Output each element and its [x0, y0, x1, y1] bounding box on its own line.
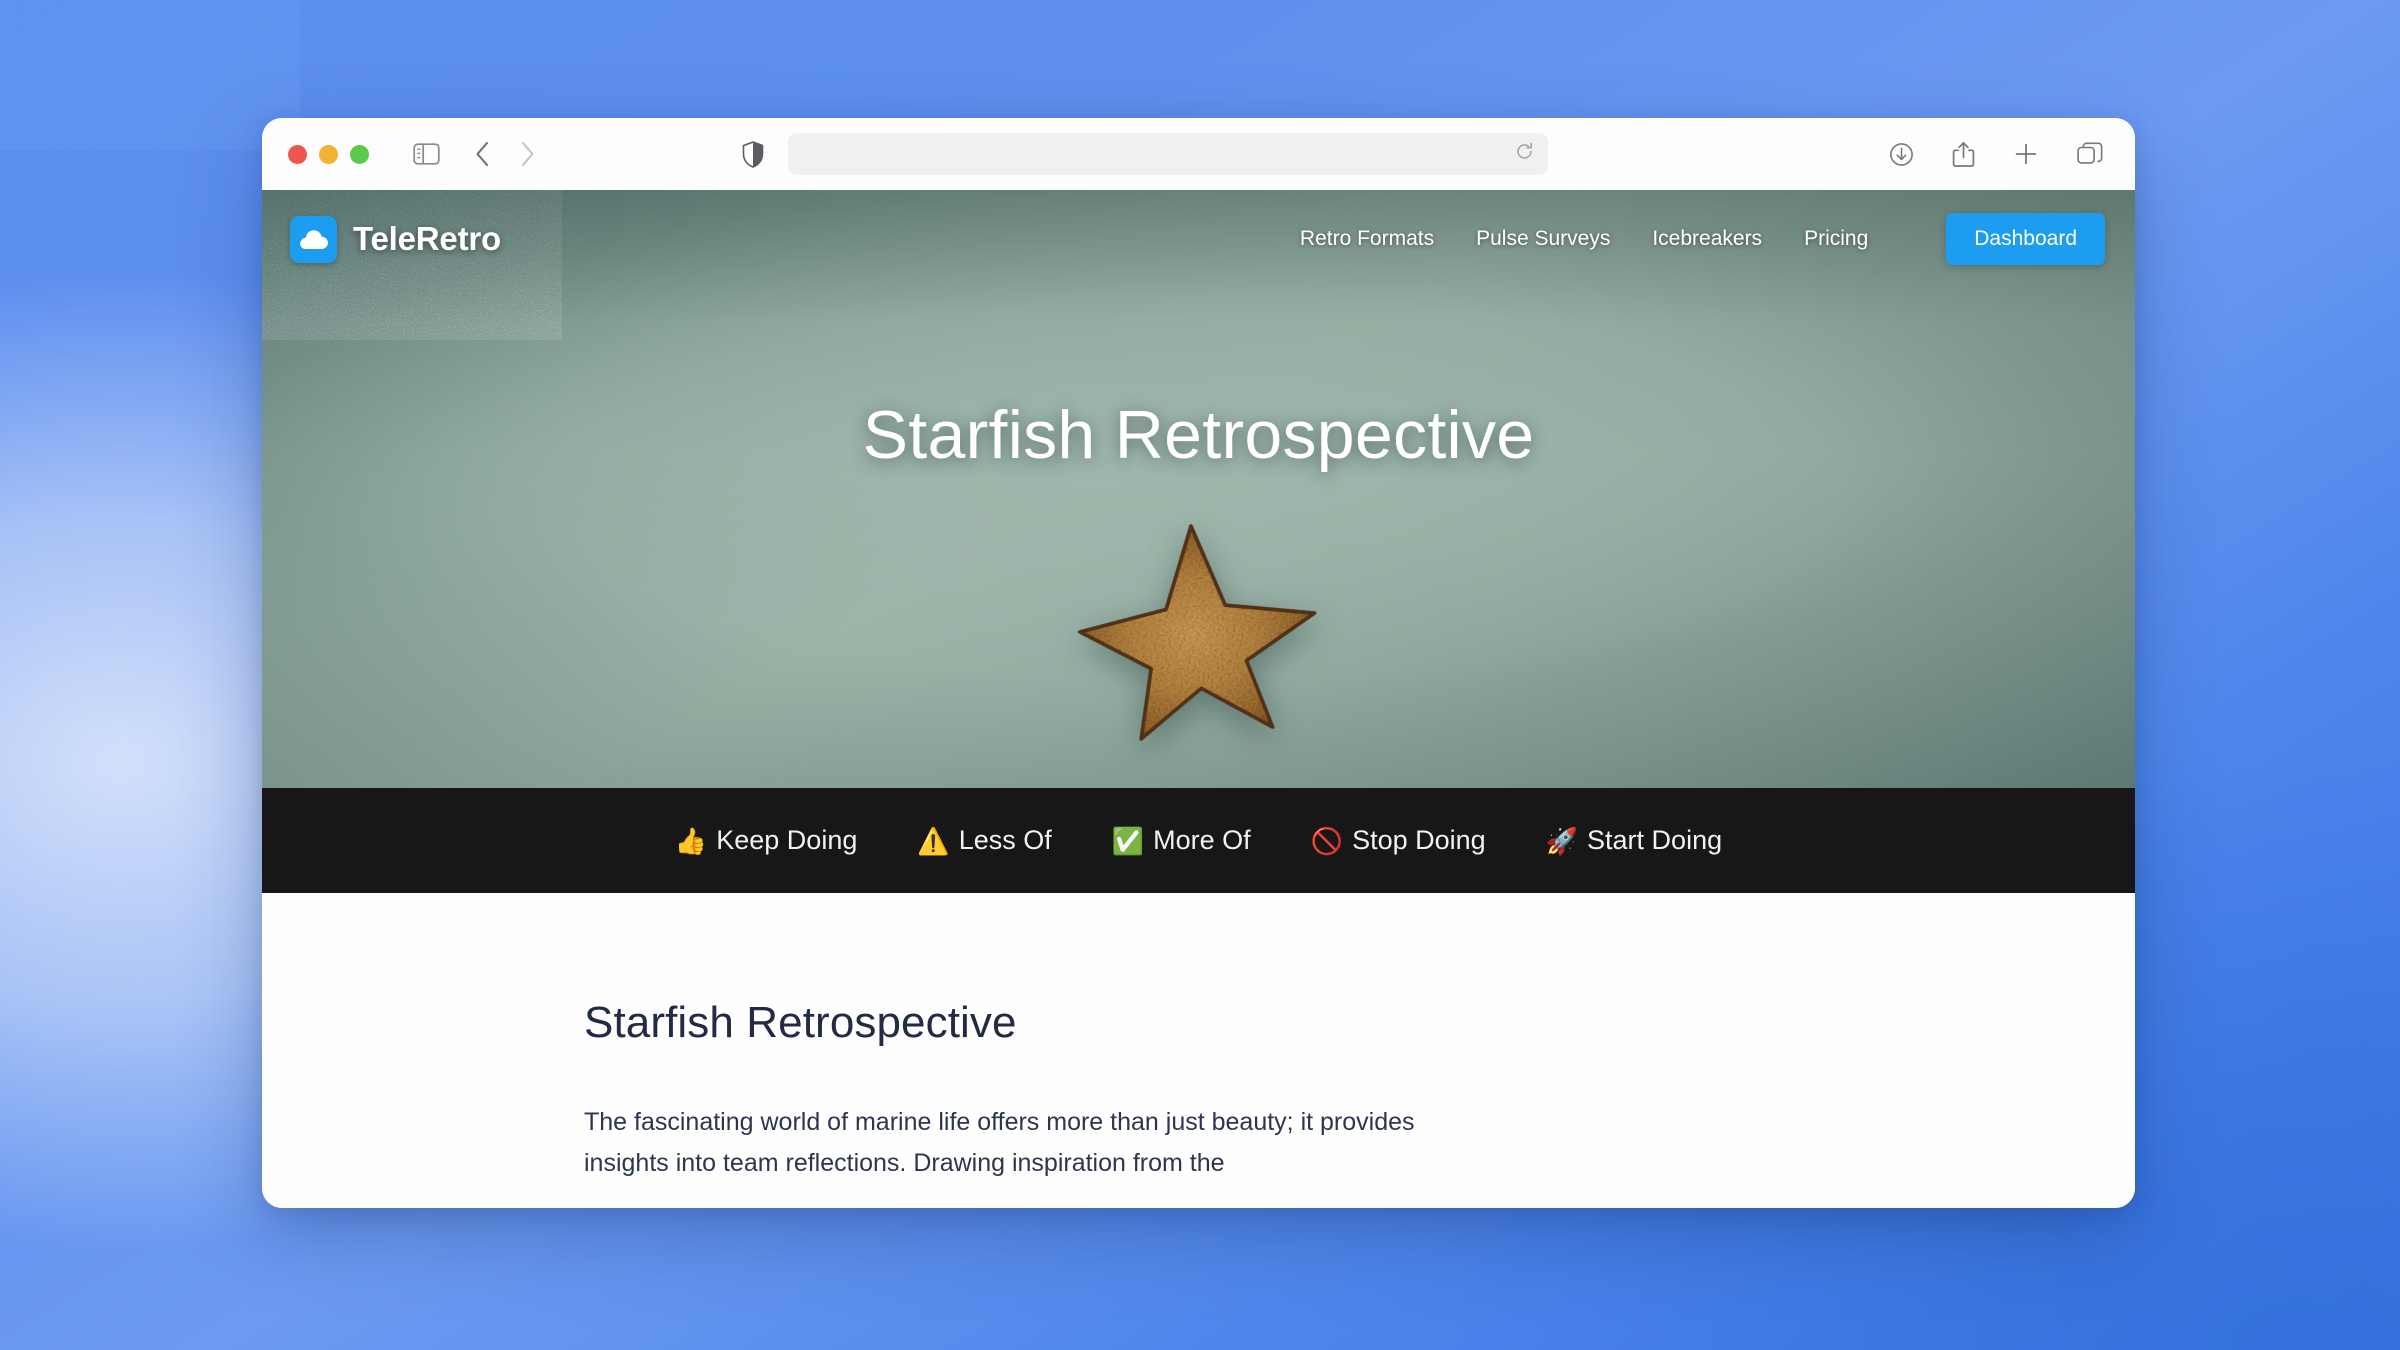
category-keep-doing[interactable]: 👍 Keep Doing [675, 825, 857, 856]
retro-category-bar: 👍 Keep Doing ⚠️ Less Of ✅ More Of 🚫 Stop… [262, 788, 2135, 893]
address-bar[interactable] [788, 133, 1548, 175]
chevron-right-icon[interactable] [519, 140, 536, 168]
category-label: Keep Doing [716, 825, 858, 855]
privacy-shield-icon[interactable] [742, 140, 764, 168]
hero-title: Starfish Retrospective [862, 397, 1535, 473]
reload-icon[interactable] [1515, 142, 1534, 166]
tab-overview-icon[interactable] [2077, 142, 2103, 167]
category-label: More Of [1153, 825, 1251, 855]
chevron-left-icon[interactable] [474, 140, 491, 168]
cloud-icon [290, 215, 337, 263]
share-icon[interactable] [1952, 141, 1975, 168]
window-controls [288, 144, 369, 164]
browser-toolbar [262, 118, 2135, 190]
download-icon[interactable] [1889, 142, 1914, 167]
check-mark-emoji: ✅ [1111, 825, 1145, 856]
nav-link-icebreakers[interactable]: Icebreakers [1652, 227, 1762, 251]
article-paragraph: The fascinating world of marine life off… [584, 1108, 1415, 1178]
browser-window: TeleRetro Retro Formats Pulse Surveys Ic… [262, 118, 2135, 1208]
site-navigation: TeleRetro Retro Formats Pulse Surveys Ic… [262, 190, 2135, 288]
category-start-doing[interactable]: 🚀 Start Doing [1546, 825, 1722, 856]
nav-link-retro-formats[interactable]: Retro Formats [1300, 227, 1434, 251]
category-stop-doing[interactable]: 🚫 Stop Doing [1311, 825, 1486, 856]
nav-link-pulse-surveys[interactable]: Pulse Surveys [1476, 227, 1610, 251]
hero-section: TeleRetro Retro Formats Pulse Surveys Ic… [262, 190, 2135, 788]
starfish-image [1077, 524, 1316, 741]
article-content: Starfish Retrospective The fascinating w… [584, 998, 1484, 1185]
article-section: Starfish Retrospective The fascinating w… [262, 893, 2135, 1208]
sidebar-toggle-icon[interactable] [413, 143, 440, 165]
category-label: Less Of [958, 825, 1052, 855]
prohibited-emoji: 🚫 [1310, 825, 1344, 856]
maximize-window-button[interactable] [350, 144, 369, 164]
toolbar-actions [1889, 141, 2109, 168]
rocket-emoji: 🚀 [1545, 825, 1579, 856]
brand-logo[interactable]: TeleRetro [290, 215, 501, 263]
minimize-window-button[interactable] [319, 144, 338, 164]
category-more-of[interactable]: ✅ More Of [1112, 825, 1251, 856]
background-noise-texture [0, 0, 300, 150]
category-less-of[interactable]: ⚠️ Less Of [917, 825, 1051, 856]
nav-links: Retro Formats Pulse Surveys Icebreakers … [1300, 213, 2105, 265]
brand-name: TeleRetro [353, 220, 501, 257]
article-title: Starfish Retrospective [584, 998, 1017, 1047]
warning-emoji: ⚠️ [917, 825, 950, 856]
dashboard-button[interactable]: Dashboard [1946, 213, 2105, 265]
category-label: Stop Doing [1352, 825, 1486, 855]
nav-link-pricing[interactable]: Pricing [1804, 227, 1868, 251]
desktop-background: TeleRetro Retro Formats Pulse Surveys Ic… [0, 0, 2400, 1350]
category-label: Start Doing [1587, 825, 1723, 855]
thumbs-up-emoji: 👍 [674, 825, 708, 856]
close-window-button[interactable] [288, 144, 307, 164]
plus-icon[interactable] [2013, 141, 2039, 167]
